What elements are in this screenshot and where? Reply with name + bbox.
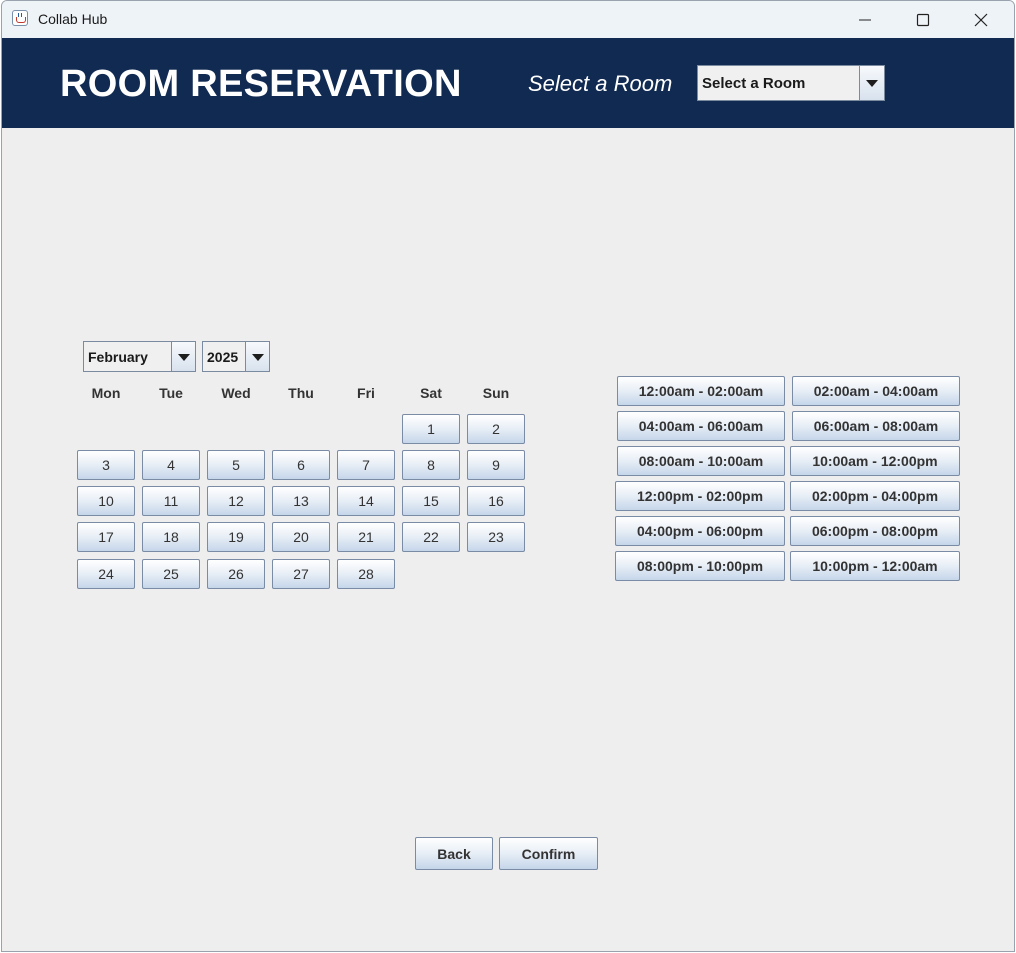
day-button[interactable]: 17 bbox=[77, 522, 135, 552]
day-button[interactable]: 21 bbox=[337, 522, 395, 552]
day-button[interactable]: 9 bbox=[467, 450, 525, 480]
minimize-button[interactable] bbox=[842, 1, 888, 38]
confirm-button[interactable]: Confirm bbox=[499, 837, 598, 870]
day-button[interactable]: 4 bbox=[142, 450, 200, 480]
title-bar[interactable]: Collab Hub bbox=[2, 1, 1014, 38]
timeslot-button[interactable]: 02:00am - 04:00am bbox=[792, 376, 960, 406]
header-banner: ROOM RESERVATION Select a Room Select a … bbox=[2, 38, 1014, 128]
timeslot-button[interactable]: 04:00am - 06:00am bbox=[617, 411, 785, 441]
chevron-down-icon[interactable] bbox=[859, 66, 884, 100]
minimize-icon bbox=[859, 19, 871, 21]
weekday-label: Fri bbox=[357, 385, 375, 401]
year-select[interactable]: 2025 bbox=[202, 341, 270, 372]
day-button[interactable]: 3 bbox=[77, 450, 135, 480]
timeslot-button[interactable]: 02:00pm - 04:00pm bbox=[790, 481, 960, 511]
year-select-value: 2025 bbox=[207, 349, 239, 365]
weekday-label: Tue bbox=[159, 385, 183, 401]
day-button[interactable]: 2 bbox=[467, 414, 525, 444]
window-title: Collab Hub bbox=[38, 11, 108, 27]
page-title: ROOM RESERVATION bbox=[60, 63, 462, 105]
day-button[interactable]: 28 bbox=[337, 559, 395, 589]
day-button[interactable]: 23 bbox=[467, 522, 525, 552]
day-button[interactable]: 16 bbox=[467, 486, 525, 516]
chevron-down-icon[interactable] bbox=[245, 342, 269, 371]
day-button[interactable]: 11 bbox=[142, 486, 200, 516]
day-button[interactable]: 1 bbox=[402, 414, 460, 444]
day-button[interactable]: 14 bbox=[337, 486, 395, 516]
timeslot-button[interactable]: 12:00am - 02:00am bbox=[617, 376, 785, 406]
day-button[interactable]: 6 bbox=[272, 450, 330, 480]
app-window: Collab Hub ROOM RESERVATION Select a Roo… bbox=[1, 0, 1015, 952]
weekday-label: Sun bbox=[482, 385, 510, 401]
java-icon bbox=[12, 10, 28, 26]
timeslot-button[interactable]: 06:00am - 08:00am bbox=[792, 411, 960, 441]
day-button[interactable]: 27 bbox=[272, 559, 330, 589]
chevron-down-icon[interactable] bbox=[171, 342, 195, 371]
day-button[interactable]: 8 bbox=[402, 450, 460, 480]
day-button[interactable]: 24 bbox=[77, 559, 135, 589]
day-button[interactable]: 12 bbox=[207, 486, 265, 516]
weekday-label: Wed bbox=[221, 385, 251, 401]
month-select-value: February bbox=[88, 349, 148, 365]
timeslot-button[interactable]: 10:00am - 12:00pm bbox=[790, 446, 960, 476]
day-button[interactable]: 15 bbox=[402, 486, 460, 516]
day-button[interactable]: 20 bbox=[272, 522, 330, 552]
timeslot-button[interactable]: 08:00am - 10:00am bbox=[617, 446, 785, 476]
maximize-icon bbox=[916, 13, 930, 27]
back-button[interactable]: Back bbox=[415, 837, 493, 870]
close-button[interactable] bbox=[958, 1, 1004, 38]
day-button[interactable]: 18 bbox=[142, 522, 200, 552]
day-button[interactable]: 19 bbox=[207, 522, 265, 552]
day-button[interactable]: 5 bbox=[207, 450, 265, 480]
maximize-button[interactable] bbox=[900, 1, 946, 38]
room-select-label: Select a Room bbox=[528, 71, 673, 96]
day-button[interactable]: 13 bbox=[272, 486, 330, 516]
day-button[interactable]: 26 bbox=[207, 559, 265, 589]
day-button[interactable]: 22 bbox=[402, 522, 460, 552]
timeslot-button[interactable]: 04:00pm - 06:00pm bbox=[615, 516, 785, 546]
weekday-label: Thu bbox=[288, 385, 314, 401]
timeslot-button[interactable]: 06:00pm - 08:00pm bbox=[790, 516, 960, 546]
room-select[interactable]: Select a Room bbox=[697, 65, 885, 101]
close-icon bbox=[974, 13, 988, 27]
timeslot-button[interactable]: 08:00pm - 10:00pm bbox=[615, 551, 785, 581]
weekday-label: Mon bbox=[91, 385, 121, 401]
day-button[interactable]: 25 bbox=[142, 559, 200, 589]
day-button[interactable]: 10 bbox=[77, 486, 135, 516]
day-button[interactable]: 7 bbox=[337, 450, 395, 480]
weekday-label: Sat bbox=[420, 385, 442, 401]
timeslot-button[interactable]: 12:00pm - 02:00pm bbox=[615, 481, 785, 511]
timeslot-button[interactable]: 10:00pm - 12:00am bbox=[790, 551, 960, 581]
month-select[interactable]: February bbox=[83, 341, 196, 372]
room-select-value: Select a Room bbox=[702, 75, 806, 92]
